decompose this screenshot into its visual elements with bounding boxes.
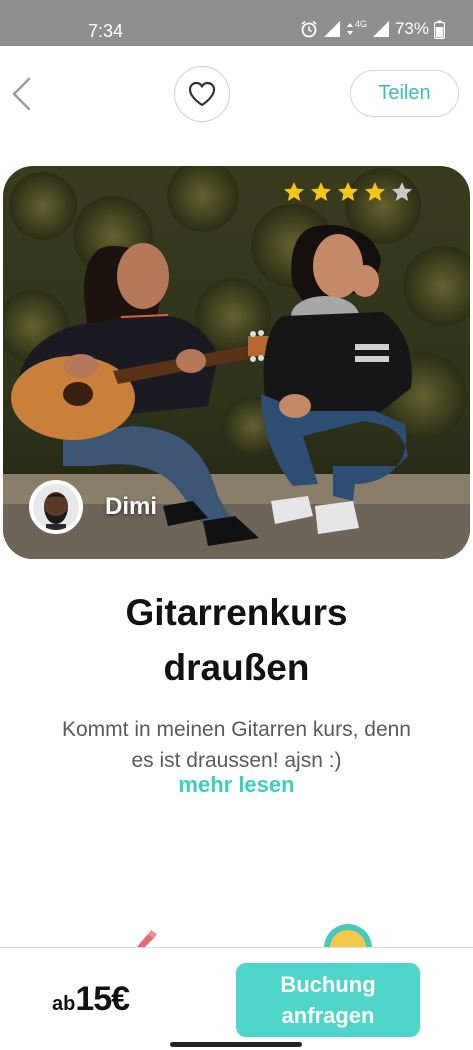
host-info[interactable]: Dimi (29, 480, 157, 534)
pencil-icon (136, 930, 157, 948)
star-filled-icon (365, 182, 385, 201)
status-time: 7:34 (88, 21, 124, 41)
course-description-line-1: Kommt in meinen Gitarren kurs, denn (62, 718, 411, 741)
status-icons: 4G 73% (300, 19, 445, 39)
network-type: 4G (354, 19, 367, 29)
host-avatar[interactable] (29, 480, 83, 534)
battery-icon (434, 20, 445, 39)
course-title-line-2: draußen (163, 647, 310, 688)
signal-icon (323, 21, 340, 37)
read-more-link[interactable]: mehr lesen (0, 772, 473, 798)
price-prefix: ab (52, 993, 76, 1015)
status-bar: 7:34 4G 73% (0, 0, 473, 46)
sun-icon (324, 924, 372, 948)
book-button-label-line-2: anfragen (281, 1003, 375, 1028)
course-title: Gitarrenkurs draußen (0, 585, 473, 695)
star-filled-icon (284, 182, 304, 201)
battery-level: 73% (394, 19, 429, 38)
share-button[interactable]: Teilen (350, 70, 459, 117)
bottom-booking-bar: ab 15€ Buchung anfragen (0, 947, 473, 1050)
book-button-label-line-1: Buchung (280, 972, 376, 997)
alarm-icon (301, 20, 317, 38)
chevron-left-icon (12, 77, 31, 111)
screen: 7:34 4G 73% Teilen Dimi Gitarrenkurs dra… (0, 0, 473, 1050)
price-value: 15€ (75, 980, 130, 1018)
data-arrows-icon (346, 23, 353, 35)
heart-outline-icon (188, 81, 216, 107)
rating-stars (282, 180, 414, 204)
course-hero-image[interactable]: Dimi (3, 166, 470, 559)
signal-icon (372, 21, 389, 37)
favorite-button[interactable] (174, 66, 230, 122)
star-empty-icon (392, 182, 412, 201)
course-title-line-1: Gitarrenkurs (125, 592, 348, 633)
avatar-image (33, 484, 79, 530)
host-name: Dimi (105, 493, 158, 520)
home-indicator[interactable] (170, 1042, 302, 1047)
back-button[interactable] (6, 76, 36, 112)
course-description: Kommt in meinen Gitarren kurs, denn es i… (30, 714, 443, 776)
star-filled-icon (311, 182, 331, 201)
star-filled-icon (338, 182, 358, 201)
request-booking-button[interactable]: Buchung anfragen (236, 963, 420, 1037)
price: ab 15€ (52, 980, 130, 1019)
